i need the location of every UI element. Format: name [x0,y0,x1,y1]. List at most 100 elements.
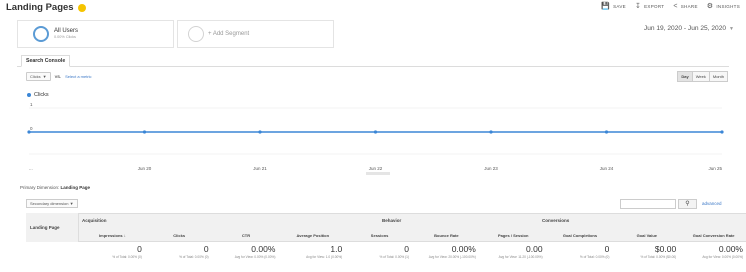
primary-dimension-label: Primary Dimension: [20,185,60,190]
analytics-page: Landing Pages 💾 SAVE ↧ EXPORT < SHARE ⚙ … [0,0,746,272]
column-header[interactable]: Average Position [279,233,346,238]
verified-shield-icon[interactable] [77,3,86,12]
total-cell: 0% of Total: 0.00% (0) [79,244,142,259]
total-subtext: Avg for View: 20.00% (-100.00%) [428,255,476,259]
total-cell: 0% of Total: 0.00% (0) [146,244,209,259]
total-subtext: % of Total: 0.00% (0) [579,255,610,259]
export-label: EXPORT [644,4,665,9]
x-tick-label: Jun 22 [369,166,383,171]
x-tick-label: Jun 25 [708,166,722,171]
save-icon: 💾 [601,3,611,10]
export-button[interactable]: ↧ EXPORT [635,3,664,10]
date-range-label: Jun 19, 2020 - Jun 25, 2020 [643,25,727,32]
column-header[interactable]: Sessions [346,233,413,238]
total-subtext: % of Total: 0.00% ($0.00) [640,255,677,259]
period-month-button[interactable]: Month [708,71,728,82]
tab-search-console[interactable]: Search Console [21,55,71,67]
period-day-button[interactable]: Day [677,71,693,82]
period-week-button[interactable]: Week [691,71,710,82]
secondary-dimension-row: Secondary dimension ▼ [26,199,78,208]
table-search-input[interactable] [620,199,676,209]
segment-subtitle: 0.00% Clicks [54,35,76,39]
primary-dimension-value[interactable]: Landing Page [61,185,91,190]
total-value: 0 [137,244,142,254]
select-metric-link[interactable]: Select a metric [65,74,91,79]
y-tick-label: 1 [30,102,33,107]
secondary-dimension-dropdown[interactable]: Secondary dimension ▼ [26,199,78,208]
clicks-line-chart: 1 0... Jun 20 Jun 21 Jun 22 Jun 23 Jun 24 Jun 2… [27,102,724,175]
total-cell: 0.00% Avg for View: 20.00% (-100.00%) [413,244,476,259]
total-value: 1.0 [330,244,343,254]
total-value: 0 [203,244,209,254]
total-subtext: % of Total: 0.00% (0) [179,255,209,259]
advanced-filter-link[interactable]: advanced [702,201,722,206]
x-tick-label: Jun 20 [138,166,152,171]
save-button[interactable]: 💾 SAVE [601,3,626,10]
column-header[interactable]: Clicks [146,233,213,238]
column-header[interactable]: Goal Completions [547,233,614,238]
column-header[interactable]: Bounce Rate [413,233,480,238]
total-value: 0.00% [251,244,276,254]
x-tick-label: Jun 21 [253,166,267,171]
total-value: 0 [404,244,409,254]
top-bar: Landing Pages 💾 SAVE ↧ EXPORT < SHARE ⚙ … [0,0,746,16]
total-subtext: Avg for View: 11.20 (-100.00%) [498,255,543,259]
export-icon: ↧ [634,3,642,10]
clicks-data-point [373,130,378,134]
total-value: 0.00 [526,244,543,254]
total-value: 0.00% [718,244,743,254]
column-header[interactable]: Goal Value [613,233,680,238]
x-tick-label: ... [29,166,33,171]
insights-label: INSIGHTS [716,4,740,9]
clicks-data-point [258,130,262,134]
add-segment-label: + Add Segment [208,31,250,37]
page-title: Landing Pages [6,2,74,13]
metric-dropdown[interactable]: Clicks ▼ [26,72,51,81]
group-behavior: Behavior [382,218,402,223]
segment-circle-icon [33,26,49,42]
total-subtext: % of Total: 0.00% (0) [112,255,142,259]
clicks-data-point [720,130,724,134]
chevron-down-icon: ▼ [69,201,74,206]
group-header-row: Acquisition Behavior Conversions [26,213,746,229]
toolbar: 💾 SAVE ↧ EXPORT < SHARE ⚙ INSIGHTS [601,3,740,10]
share-button[interactable]: < SHARE [673,3,697,10]
period-toggle: Day Week Month [677,71,728,82]
column-header[interactable]: Pages / Session [480,233,547,238]
tab-bar: Search Console [17,55,729,67]
total-cell: 0% of Total: 0.00% (0) [547,244,610,259]
landing-page-column-header[interactable]: Landing Page [26,213,79,242]
chart-scroll-handle [366,172,390,175]
insights-icon: ⚙ [706,3,714,10]
total-cell: 0.00% Avg for View: 0.00% (0.00%) [680,244,743,259]
total-value: $0.00 [654,244,677,254]
add-segment-button[interactable]: + Add Segment [177,20,334,48]
search-button[interactable]: ⚲ [678,199,697,209]
clicks-data-point [604,130,609,134]
insights-button[interactable]: ⚙ INSIGHTS [707,3,740,10]
empty-segment-circle-icon [188,26,204,42]
total-subtext: Avg for View: 1.0 (0.00%) [306,255,343,259]
clicks-data-point [489,130,493,134]
x-tick-label: Jun 23 [484,166,498,171]
total-subtext: % of Total: 0.00% (1) [379,255,409,259]
total-cell: 0.00 Avg for View: 11.20 (-100.00%) [480,244,543,259]
table-totals-row: 0% of Total: 0.00% (0) 0% of Total: 0.00%… [26,242,746,272]
metric-row: Clicks ▼ VS. Select a metric [26,72,92,81]
clicks-data-point [27,130,31,134]
column-header[interactable]: Impressions ↓ [79,233,146,238]
legend-dot-icon [27,93,31,97]
date-range-picker[interactable]: Jun 19, 2020 - Jun 25, 2020 ▼ [644,25,734,32]
total-subtext: Avg for View: 0.00% (0.00%) [702,255,743,259]
column-header[interactable]: Goal Conversion Rate [680,233,746,238]
vs-label: VS. [54,74,62,79]
save-label: SAVE [613,4,626,9]
total-value: 0.00% [451,244,476,254]
segment-all-users[interactable]: All Users 0.00% Clicks [17,20,174,48]
share-label: SHARE [680,4,698,9]
x-tick-label: Jun 24 [600,166,614,171]
total-cell: $0.00% of Total: 0.00% ($0.00) [613,244,676,259]
metric-dropdown-label: Clicks [30,74,41,79]
column-header[interactable]: CTR [213,233,280,238]
segment-title: All Users [54,28,79,34]
